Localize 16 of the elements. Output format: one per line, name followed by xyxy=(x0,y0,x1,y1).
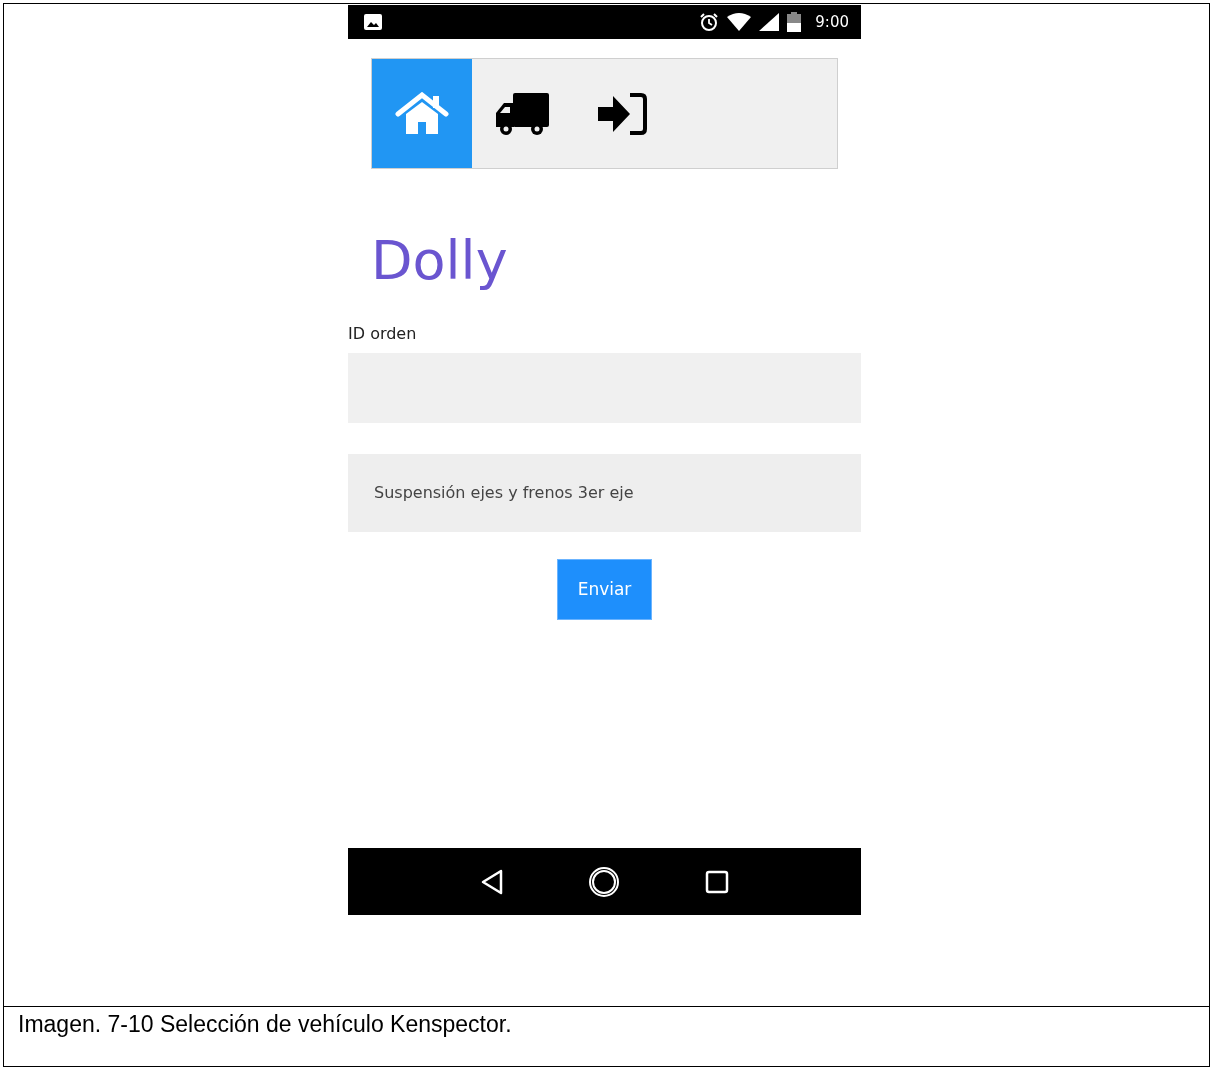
image-icon xyxy=(364,14,382,30)
status-time: 9:00 xyxy=(815,13,849,31)
home-icon xyxy=(395,91,449,136)
recents-icon[interactable] xyxy=(704,869,729,894)
truck-icon xyxy=(493,90,551,137)
dropdown-field[interactable]: Suspensión ejes y frenos 3er eje xyxy=(348,453,861,532)
field-label: ID orden xyxy=(348,323,418,343)
sign-in-icon xyxy=(596,91,648,136)
signal-icon xyxy=(759,13,780,31)
figure-caption: Imagen. 7-10 Selección de vehículo Kenspector. xyxy=(17,1010,513,1039)
page-title: Dolly xyxy=(371,229,509,294)
home-circle-icon[interactable] xyxy=(588,865,621,898)
battery-icon xyxy=(787,12,802,32)
wifi-icon xyxy=(727,13,752,31)
back-icon[interactable] xyxy=(480,868,505,895)
alarm-icon xyxy=(699,12,720,32)
